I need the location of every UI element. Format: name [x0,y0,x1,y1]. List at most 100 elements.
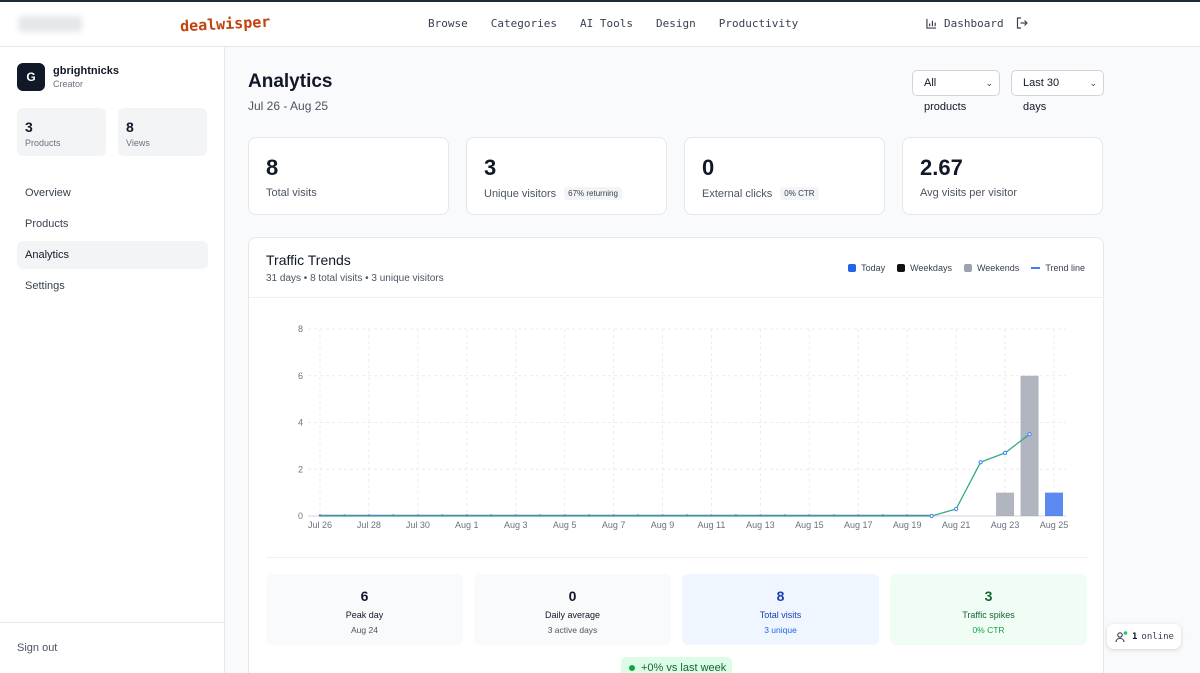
summary-value: 3 [984,588,993,604]
bar-chart-icon [926,18,937,29]
summary-value: 8 [776,588,785,604]
metric-value: 0 [702,155,715,180]
y-tick-label: 4 [298,418,303,428]
legend-swatch [848,264,857,272]
summary-title: Daily average [544,610,601,620]
avatar: G [17,63,45,91]
x-tick-label: Aug 1 [455,520,479,530]
x-tick-label: Jul 26 [308,520,332,530]
metric-card-unique-visitors: 3 Unique visitors 67% returning [466,137,667,215]
trend-line [320,433,1030,517]
y-tick-label: 2 [298,464,303,474]
chevron-down-icon: ⌄ [985,78,993,88]
blurred-logo [18,16,82,32]
summary-title: Peak day [345,610,384,620]
product-filter-select[interactable]: All products ⌄ [912,70,1000,113]
week-comparison-badge: +0% vs last week [621,657,732,673]
summary-traffic-spikes: 3 Traffic spikes 0% CTR [890,574,1087,645]
legend-item-weekdays: Weekdays [897,263,952,273]
online-label: online [1141,631,1174,642]
summary-daily-average: 0 Daily average 3 active days [474,574,671,645]
x-tick-label: Jul 30 [406,520,430,530]
sign-out-link[interactable]: Sign out [17,642,57,654]
logout-icon [1016,17,1028,29]
summary-value: 0 [568,588,577,604]
y-tick-label: 8 [298,324,303,334]
nav-categories[interactable]: Categories [491,17,557,30]
nav-productivity[interactable]: Productivity [719,17,798,30]
stat-views: 8 Views [118,108,207,156]
metric-card-total-visits: 8 Total visits [248,137,449,215]
trend-point [929,513,934,519]
x-tick-label: Jul 28 [357,520,381,530]
stat-views-value: 8 [126,119,134,135]
period-filter-select[interactable]: Last 30 days ⌄ [1011,70,1104,113]
metric-label: Total visits [266,187,317,199]
metric-label: External clicks [702,187,773,200]
nav-browse[interactable]: Browse [428,17,468,30]
legend-label: Trend line [1045,263,1085,273]
sidebar-item-analytics[interactable]: Analytics [17,241,208,269]
top-header: dealwisper Browse Categories AI Tools De… [0,2,1200,47]
metric-value: 2.67 [920,155,963,180]
summary-total-visits: 8 Total visits 3 unique [682,574,879,645]
user-role: Creator [53,79,84,89]
x-tick-label: Aug 21 [942,520,971,530]
bar [996,492,1015,516]
sidebar-item-settings[interactable]: Settings [17,272,208,300]
summary-title: Total visits [759,610,802,620]
online-count: 1 [1132,631,1138,642]
ctr-badge: 0% CTR [780,187,819,200]
divider [0,622,225,623]
brand-logo[interactable]: dealwisper [180,13,271,36]
x-tick-label: Aug 13 [746,520,775,530]
sidebar: G gbrightnicks Creator 3 Products 8 View… [0,47,225,673]
status-dot [629,665,635,671]
legend-swatch [1031,267,1041,269]
y-tick-label: 6 [298,371,303,381]
metric-label: Avg visits per visitor [920,187,1017,199]
sidebar-nav: Overview Products Analytics Settings [17,179,208,303]
legend-label: Weekends [976,263,1020,273]
chevron-down-icon: ⌄ [1089,78,1097,88]
divider [266,557,1088,558]
x-tick-label: Aug 15 [795,520,824,530]
trend-point [954,506,959,512]
logout-button[interactable] [1016,16,1028,34]
legend-item-today: Today [848,263,885,273]
online-indicator[interactable]: 1 online [1107,624,1181,649]
summary-title: Traffic spikes [962,610,1015,620]
summary-sub: 3 active days [547,625,598,635]
dashboard-link[interactable]: Dashboard [926,17,1004,30]
traffic-chart: 0 2 4 6 8 Jul 26 Jul 28 Jul 30 Aug 1 Aug 3 Aug 5 Au… [298,324,1069,530]
summary-sub: 0% CTR [972,625,1005,635]
x-tick-label: Aug 25 [1040,520,1069,530]
nav-ai-tools[interactable]: AI Tools [580,17,633,30]
summary-sub: Aug 24 [351,625,378,635]
legend-swatch [963,264,972,272]
summary-peak-day: 6 Peak day Aug 24 [266,574,463,645]
period-filter-value: Last 30 days [1023,77,1060,113]
summary-sub: 3 unique [764,625,797,635]
dashboard-label: Dashboard [944,17,1004,30]
legend-item-trend-line: Trend line [1031,263,1085,273]
traffic-subtitle: 31 days • 8 total visits • 3 unique visi… [266,273,444,284]
nav-design[interactable]: Design [656,17,696,30]
chart-legend: Today Weekdays Weekends Trend line [848,263,1085,273]
x-tick-label: Aug 11 [698,520,726,530]
page-title: Analytics [248,71,333,92]
x-tick-label: Aug 17 [844,520,873,530]
metric-label: Unique visitors [484,187,557,200]
x-tick-label: Aug 23 [991,520,1020,530]
stat-products-label: Products [25,138,61,148]
stat-products-value: 3 [25,119,33,135]
sidebar-item-overview[interactable]: Overview [17,179,208,207]
legend-item-weekends: Weekends [963,263,1020,273]
sidebar-item-products[interactable]: Products [17,210,208,238]
traffic-title: Traffic Trends [266,252,351,268]
trend-point [978,460,983,465]
legend-label: Weekdays [910,263,952,273]
main-nav: Browse Categories AI Tools Design Produc… [428,17,798,30]
x-tick-label: Aug 7 [602,520,626,530]
traffic-trends-panel: Traffic Trends 31 days • 8 total visits … [248,237,1105,673]
